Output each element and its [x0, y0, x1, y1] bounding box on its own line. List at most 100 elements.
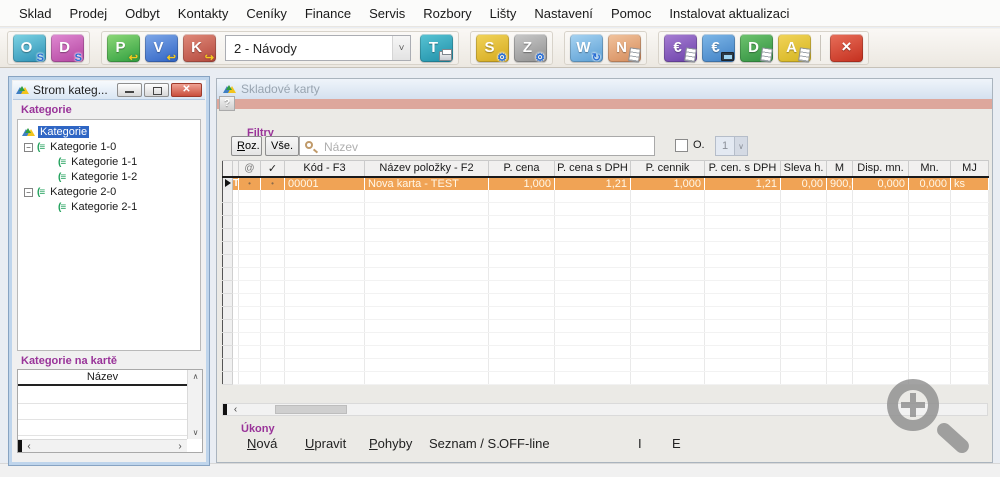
cell-m: 900,0	[827, 177, 853, 190]
sklad-nastaveni-button[interactable]: S ⚙	[476, 34, 509, 62]
scroll-up-icon[interactable]: ∧	[188, 370, 203, 383]
table-empty-row[interactable]	[223, 346, 989, 359]
menu-kontakty[interactable]: Kontakty	[169, 6, 238, 21]
web-button[interactable]: W ↻	[570, 34, 603, 62]
tree-item-root[interactable]: Kategorie	[18, 125, 89, 139]
scroll-down-icon[interactable]: ∨	[188, 426, 203, 439]
table-empty-row[interactable]	[223, 190, 989, 203]
table-empty-row[interactable]	[18, 404, 187, 420]
ds-button[interactable]: D S	[51, 34, 84, 62]
upravit-button[interactable]: Upravit	[305, 436, 346, 451]
column-header-kod[interactable]: Kód - F3	[285, 161, 365, 177]
novinky-button[interactable]: N	[608, 34, 641, 62]
scroll-left-icon[interactable]: ‹	[22, 440, 36, 452]
scrollbar-thumb[interactable]	[275, 405, 347, 414]
zasoby-nastaveni-button[interactable]: Z ⚙	[514, 34, 547, 62]
seznam-button[interactable]: Seznam / S.	[429, 436, 500, 451]
page-select[interactable]: 1 ∨	[715, 136, 748, 156]
attachment-column-header[interactable]: @	[239, 161, 261, 177]
table-empty-row[interactable]	[223, 320, 989, 333]
scroll-right-icon[interactable]: ›	[173, 440, 187, 452]
os-button[interactable]: O S	[13, 34, 46, 62]
selected-stock-row[interactable]: T • • 00001 Nova karta - TEST 1,000 1,21…	[223, 177, 989, 190]
column-header-nazev[interactable]: Název položky - F2	[365, 161, 489, 177]
profile-dropdown[interactable]: 2 - Návody ˅	[225, 35, 411, 61]
pohyby-button[interactable]: Pohyby	[369, 436, 412, 451]
tree-item-kategorie-2-1[interactable]: (≡ Kategorie 2-1	[18, 200, 139, 214]
tree-item-kategorie-1-0[interactable]: − (≡ Kategorie 1-0	[18, 140, 118, 154]
table-empty-row[interactable]	[223, 216, 989, 229]
table-empty-row[interactable]	[223, 281, 989, 294]
column-header-disp-mn[interactable]: Disp. mn.	[853, 161, 909, 177]
close-app-button[interactable]: ×	[830, 34, 863, 62]
import-button[interactable]: I	[638, 436, 642, 451]
menu-finance[interactable]: Finance	[296, 6, 360, 21]
close-button[interactable]: ✕	[171, 83, 202, 97]
table-empty-row[interactable]	[223, 359, 989, 372]
roz-button[interactable]: Roz.	[231, 136, 262, 156]
table-empty-row[interactable]	[223, 268, 989, 281]
tisk-button[interactable]: T	[420, 34, 453, 62]
table-empty-row[interactable]	[223, 294, 989, 307]
nova-button[interactable]: Nová	[247, 436, 277, 451]
vse-button[interactable]: Vše.	[265, 136, 299, 156]
tree-item-kategorie-1-1[interactable]: (≡ Kategorie 1-1	[18, 155, 139, 169]
category-tree-titlebar[interactable]: Strom kateg... ✕	[13, 81, 205, 100]
doklady-button[interactable]: D	[740, 34, 773, 62]
column-header-mn[interactable]: Mn.	[909, 161, 951, 177]
stock-cards-titlebar[interactable]: Skladové karty	[217, 79, 992, 99]
column-header-pcen-dph[interactable]: P. cen. s DPH	[705, 161, 781, 177]
prodejka-button[interactable]: P ↩	[107, 34, 140, 62]
menu-rozbory[interactable]: Rozbory	[414, 6, 480, 21]
restore-button[interactable]	[144, 83, 169, 97]
table-empty-row[interactable]	[223, 333, 989, 346]
menu-odbyt[interactable]: Odbyt	[116, 6, 169, 21]
table-empty-row[interactable]	[223, 255, 989, 268]
o-checkbox[interactable]	[675, 139, 688, 152]
horizontal-scrollbar[interactable]: ‹ ›	[18, 439, 187, 452]
menu-sklad[interactable]: Sklad	[10, 6, 61, 21]
table-empty-row[interactable]	[223, 307, 989, 320]
column-header-pcena-dph[interactable]: P. cena s DPH	[555, 161, 631, 177]
table-empty-row[interactable]	[223, 229, 989, 242]
menu-listy[interactable]: Lišty	[481, 6, 526, 21]
table-empty-row[interactable]	[223, 372, 989, 385]
table-empty-row[interactable]	[223, 242, 989, 255]
menu-nastaveni[interactable]: Nastavení	[525, 6, 602, 21]
novinky-letter: N	[616, 39, 627, 56]
menu-prodej[interactable]: Prodej	[61, 6, 117, 21]
os-sub: S	[37, 52, 44, 64]
check-column-header[interactable]: ✓	[261, 161, 285, 177]
column-header-sleva[interactable]: Sleva h.	[781, 161, 827, 177]
eur-doklad-button[interactable]: €	[664, 34, 697, 62]
column-header-pcennik[interactable]: P. cennik	[631, 161, 705, 177]
column-header-pcena[interactable]: P. cena	[489, 161, 555, 177]
minimize-button[interactable]	[117, 83, 142, 97]
scroll-left-icon[interactable]: ‹	[228, 404, 243, 415]
tree-item-kategorie-1-2[interactable]: (≡ Kategorie 1-2	[18, 170, 139, 184]
help-button[interactable]: ?	[219, 96, 235, 111]
table-horizontal-scrollbar[interactable]: ‹	[222, 403, 988, 416]
kasa-button[interactable]: K ↪	[183, 34, 216, 62]
collapse-icon[interactable]: −	[24, 188, 33, 197]
menu-ceniky[interactable]: Ceníky	[237, 6, 295, 21]
chevron-down-icon[interactable]: ˅	[392, 36, 410, 60]
collapse-icon[interactable]: −	[24, 143, 33, 152]
table-empty-row[interactable]	[223, 203, 989, 216]
vertical-scrollbar[interactable]: ∧ ∨	[187, 370, 202, 439]
table-empty-row[interactable]	[18, 388, 187, 404]
eur-zarizeni-button[interactable]: €	[702, 34, 735, 62]
agenda-button[interactable]: A	[778, 34, 811, 62]
menu-instalovat-aktualizaci[interactable]: Instalovat aktualizaci	[660, 6, 798, 21]
offline-button[interactable]: OFF-line	[499, 436, 550, 451]
column-header-mj[interactable]: MJ	[951, 161, 989, 177]
column-header-m[interactable]: M	[827, 161, 853, 177]
export-button[interactable]: E	[672, 436, 681, 451]
tree-item-kategorie-2-0[interactable]: − (≡ Kategorie 2-0	[18, 185, 118, 199]
nazev-column-header[interactable]: Název	[18, 370, 187, 386]
table-empty-row[interactable]	[18, 420, 187, 436]
menu-servis[interactable]: Servis	[360, 6, 414, 21]
menu-pomoc[interactable]: Pomoc	[602, 6, 660, 21]
search-input[interactable]: Název	[299, 136, 655, 156]
vydejka-button[interactable]: V ↩	[145, 34, 178, 62]
